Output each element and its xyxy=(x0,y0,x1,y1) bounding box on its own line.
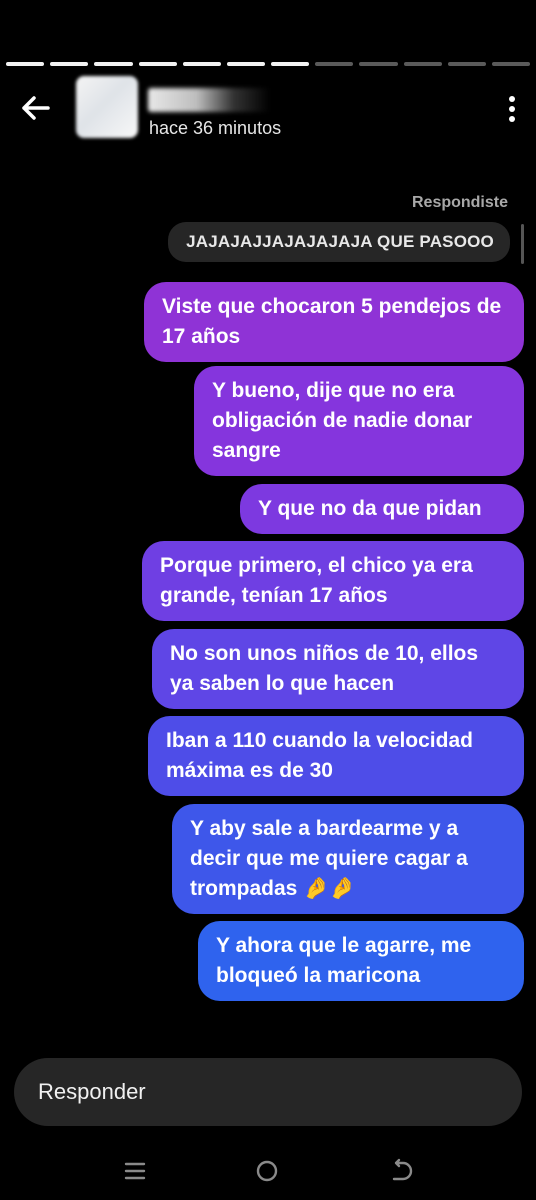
message-bubble[interactable]: Porque primero, el chico ya era grande, … xyxy=(142,541,524,621)
reply-label: Respondiste xyxy=(411,194,508,211)
message-bubble[interactable]: Iban a 110 cuando la velocidad máxima es… xyxy=(148,716,524,796)
recents-icon xyxy=(124,1162,146,1180)
quote-indicator xyxy=(521,224,524,264)
progress-segment xyxy=(359,62,398,66)
progress-segment xyxy=(6,62,45,66)
home-button[interactable] xyxy=(252,1158,282,1184)
message-bubble[interactable]: Y bueno, dije que no era obligación de n… xyxy=(194,366,524,476)
chat-header: hace 36 minutos xyxy=(0,70,536,150)
contact-name-redacted[interactable] xyxy=(148,88,270,112)
arrow-left-icon xyxy=(22,96,50,120)
progress-segment xyxy=(315,62,354,66)
more-options-button[interactable] xyxy=(508,96,516,124)
story-progress-bar xyxy=(6,62,531,66)
message-bubble[interactable]: Y aby sale a bardearme y a decir que me … xyxy=(172,804,524,914)
progress-segment xyxy=(182,62,221,66)
system-navigation-bar xyxy=(0,1140,536,1200)
back-nav-button[interactable] xyxy=(386,1158,416,1184)
progress-segment xyxy=(94,62,133,66)
message-bubble[interactable]: Viste que chocaron 5 pendejos de 17 años xyxy=(144,282,524,362)
message-bubble[interactable]: No son unos niños de 10, ellos ya saben … xyxy=(152,629,524,709)
reply-composer xyxy=(14,1058,522,1126)
vertical-dots-icon xyxy=(509,96,515,102)
home-icon xyxy=(256,1160,278,1182)
message-bubble[interactable]: Y que no da que pidan xyxy=(240,484,524,534)
progress-segment xyxy=(491,62,531,66)
reply-input[interactable] xyxy=(36,1078,447,1106)
back-button[interactable] xyxy=(18,90,54,126)
progress-segment xyxy=(271,62,310,66)
back-gesture-icon xyxy=(392,1158,413,1181)
progress-segment xyxy=(138,62,177,66)
last-active-time: hace 36 minutos xyxy=(149,118,282,138)
progress-segment xyxy=(403,62,442,66)
avatar[interactable] xyxy=(76,76,138,138)
message-bubble[interactable]: Y ahora que le agarre, me bloqueó la mar… xyxy=(198,921,524,1001)
progress-segment xyxy=(50,62,89,66)
progress-segment xyxy=(226,62,266,66)
recents-button[interactable] xyxy=(120,1158,150,1184)
quoted-story-reply[interactable]: JAJAJAJJAJAJAJAJA QUE PASOOO xyxy=(168,222,510,262)
progress-segment xyxy=(447,62,486,66)
